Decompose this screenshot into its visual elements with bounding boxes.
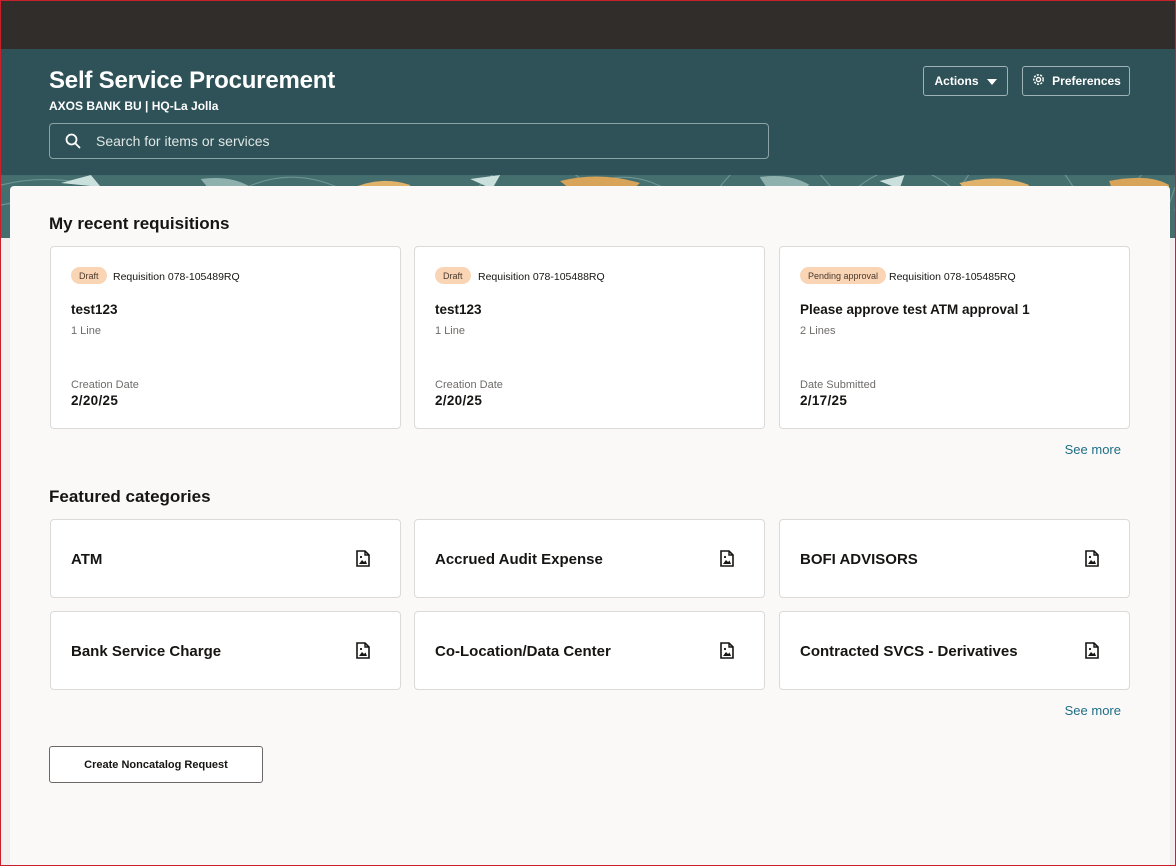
date-value: 2/20/25 — [435, 393, 483, 408]
requisition-title: Please approve test ATM approval 1 — [800, 302, 1030, 317]
image-file-icon — [720, 642, 734, 664]
image-file-icon — [1085, 642, 1099, 664]
search-placeholder: Search for items or services — [96, 133, 270, 149]
category-label: Accrued Audit Expense — [435, 551, 603, 568]
date-value: 2/17/25 — [800, 393, 848, 408]
search-input[interactable]: Search for items or services — [49, 123, 769, 159]
requisition-card[interactable]: Pending approval Requisition 078-105485R… — [779, 246, 1130, 429]
actions-label: Actions — [934, 74, 979, 88]
status-badge: Draft — [71, 267, 107, 284]
see-more-categories-link[interactable]: See more — [1065, 703, 1121, 718]
top-bar — [1, 1, 1175, 49]
see-more-requisitions-link[interactable]: See more — [1065, 442, 1121, 457]
date-label: Creation Date — [71, 379, 139, 391]
actions-button[interactable]: Actions — [923, 66, 1008, 96]
requisition-lines: 1 Line — [71, 325, 101, 337]
category-label: ATM — [71, 551, 103, 568]
category-label: BOFI ADVISORS — [800, 551, 918, 568]
create-noncatalog-request-button[interactable]: Create Noncatalog Request — [49, 746, 263, 783]
category-card-bank-service-charge[interactable]: Bank Service Charge — [50, 611, 401, 690]
preferences-label: Preferences — [1052, 74, 1121, 88]
category-label: Co-Location/Data Center — [435, 643, 611, 660]
date-label: Creation Date — [435, 379, 503, 391]
featured-categories-heading: Featured categories — [49, 487, 211, 506]
status-badge: Draft — [435, 267, 471, 284]
image-file-icon — [720, 550, 734, 572]
category-card-accrued-audit-expense[interactable]: Accrued Audit Expense — [414, 519, 765, 598]
date-label: Date Submitted — [800, 379, 876, 391]
image-file-icon — [356, 550, 370, 572]
date-value: 2/20/25 — [71, 393, 119, 408]
requisition-number: Requisition 078-105488RQ — [478, 271, 605, 283]
category-card-co-location[interactable]: Co-Location/Data Center — [414, 611, 765, 690]
category-label: Contracted SVCS - Derivatives — [800, 643, 1018, 660]
image-file-icon — [1085, 550, 1099, 572]
image-file-icon — [356, 642, 370, 664]
gear-icon — [1031, 72, 1046, 90]
category-label: Bank Service Charge — [71, 643, 222, 660]
requisition-number: Requisition 078-105485RQ — [889, 271, 1016, 283]
app-frame: Self Service Procurement AXOS BANK BU | … — [0, 0, 1176, 866]
recent-requisitions-heading: My recent requisitions — [49, 214, 230, 233]
page-title: Self Service Procurement — [49, 67, 336, 94]
requisition-card[interactable]: Draft Requisition 078-105488RQ test123 1… — [414, 246, 765, 429]
requisition-title: test123 — [435, 302, 482, 317]
chevron-down-icon — [986, 74, 997, 88]
search-icon — [50, 133, 96, 149]
requisition-number: Requisition 078-105489RQ — [113, 271, 240, 283]
category-card-atm[interactable]: ATM — [50, 519, 401, 598]
category-card-contracted-svcs[interactable]: Contracted SVCS - Derivatives — [779, 611, 1130, 690]
status-badge: Pending approval — [800, 267, 887, 284]
requisition-lines: 1 Line — [435, 325, 465, 337]
requisition-title: test123 — [71, 302, 118, 317]
preferences-button[interactable]: Preferences — [1022, 66, 1130, 96]
requisition-lines: 2 Lines — [800, 325, 836, 337]
category-card-bofi-advisors[interactable]: BOFI ADVISORS — [779, 519, 1130, 598]
requisition-card[interactable]: Draft Requisition 078-105489RQ test123 1… — [50, 246, 401, 429]
business-unit-label: AXOS BANK BU | HQ-La Jolla — [49, 99, 219, 113]
